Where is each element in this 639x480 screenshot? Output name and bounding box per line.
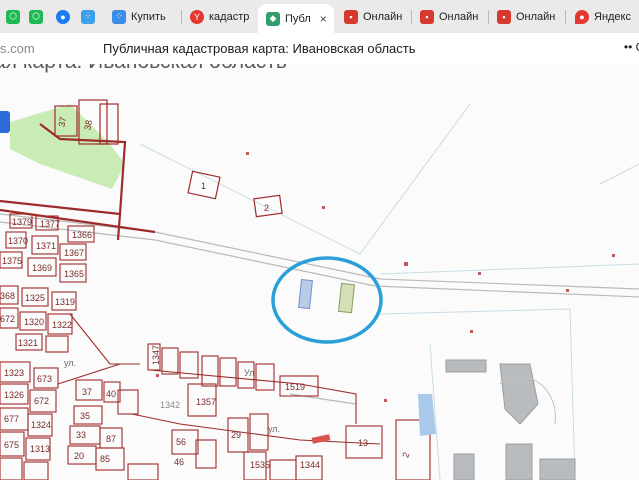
tab-8[interactable]: ▪ Онлайн <box>344 3 406 30</box>
parcel-label: 37 <box>82 387 92 397</box>
parcel-label: 1347 <box>151 345 161 365</box>
tab-7-active[interactable]: ◆ Публ × <box>258 4 334 33</box>
parcel-label: 368 <box>0 291 15 301</box>
highlighted-parcel-blue[interactable] <box>298 279 313 310</box>
parcel-label: 673 <box>37 374 52 384</box>
yandex-y-icon: Y <box>190 9 204 24</box>
parcel-label: 87 <box>106 434 116 444</box>
street-label: ул. <box>64 358 76 368</box>
page-title: Публичная кадастровая карта: Ивановская … <box>103 41 416 56</box>
parcel-label: 675 <box>4 440 19 450</box>
parcel-label: 2 <box>400 451 411 459</box>
parcel-label: 1322 <box>52 320 72 330</box>
parcel-label: 2 <box>264 203 269 213</box>
browser-tab-strip: ⬡ ⬡ ● ⁘ ⁘ Купить Y кадастр ◆ Публ × ▪ Он… <box>0 0 639 33</box>
parcel-label: 1321 <box>18 338 38 348</box>
parcel-label: 1 <box>201 181 206 191</box>
tab-2[interactable]: ⬡ <box>29 3 43 30</box>
green-area <box>10 104 125 189</box>
parcel-label: 1377 <box>40 219 60 229</box>
parcel-label: 672 <box>34 396 49 406</box>
parcel-label: 1375 <box>2 256 22 266</box>
parcel-label: 672 <box>0 314 15 324</box>
tab-9[interactable]: ▪ Онлайн <box>420 3 482 30</box>
parcel-label: 56 <box>176 437 186 447</box>
tab-6[interactable]: Y кадастр <box>190 3 250 30</box>
tab-label: Онлайн <box>363 10 403 23</box>
tab-1[interactable]: ⬡ <box>6 3 20 30</box>
map-heading: ая карта: Ивановская область <box>0 64 287 74</box>
tab-label: Онлайн <box>439 10 479 23</box>
address-bar-actions[interactable]: •• Q <box>624 40 639 54</box>
parcel-label: 1357 <box>196 397 216 407</box>
parcel-label: 1379 <box>12 217 32 227</box>
parcel-label: 1324 <box>31 420 51 430</box>
pin-icon: ● <box>575 9 589 24</box>
parcel-label: 1519 <box>285 382 305 392</box>
tab-label: кадастр <box>209 10 250 23</box>
parcel-label: 35 <box>80 411 90 421</box>
parcel-label: 1535 <box>250 460 270 470</box>
street-label: Ул <box>244 368 254 378</box>
close-tab-icon[interactable]: × <box>320 12 327 26</box>
highlight-circle <box>271 256 383 344</box>
tab-10[interactable]: ▪ Онлайн <box>497 3 559 30</box>
red-doc-icon: ▪ <box>497 9 511 24</box>
parcel-label: 1325 <box>25 293 45 303</box>
tab-label: Публ <box>285 12 311 25</box>
tab-11[interactable]: ● Яндекс <box>575 3 639 30</box>
parcel-label: 1367 <box>64 248 84 258</box>
red-doc-icon: ▪ <box>344 9 358 24</box>
tab-3[interactable]: ● <box>56 3 70 30</box>
parcel-label: 33 <box>76 430 86 440</box>
parcel-label: 1313 <box>30 444 50 454</box>
pond <box>418 394 436 436</box>
tab-label: Яндекс <box>594 10 631 23</box>
street-label: ул. <box>268 424 280 434</box>
parcel-label: 46 <box>174 457 184 467</box>
tab-5[interactable]: ⁘ Купить <box>112 3 177 30</box>
parcel-label: 38 <box>82 119 94 131</box>
parcel-label: 1366 <box>72 230 92 240</box>
address-bar[interactable]: s.com Публичная кадастровая карта: Ивано… <box>0 33 639 65</box>
map-canvas[interactable]: 37 38 1 2 1379 1377 1366 1370 1371 1375 … <box>0 64 639 480</box>
map-icon: ◆ <box>266 11 280 26</box>
parcel-label: 1370 <box>8 236 28 246</box>
parcel-label: 677 <box>4 414 19 424</box>
parcel-label: 1371 <box>36 241 56 251</box>
tab-label: Купить <box>131 10 166 23</box>
blue-circle-icon: ● <box>56 9 70 24</box>
parcel-label: 37 <box>57 116 69 128</box>
tab-4[interactable]: ⁘ <box>81 3 95 30</box>
map-control-button[interactable] <box>0 111 10 133</box>
dots-icon: ⁘ <box>81 9 95 24</box>
parcel-label: 40 <box>106 389 116 399</box>
parcel-label: 1326 <box>4 390 24 400</box>
parcel-label: 1342 <box>160 400 180 410</box>
highlighted-parcel-green[interactable] <box>338 282 355 314</box>
green-hexagon-icon: ⬡ <box>6 9 20 24</box>
address-domain[interactable]: s.com <box>0 41 35 56</box>
parcel-label: 1319 <box>55 297 75 307</box>
parcel-label: 29 <box>231 430 241 440</box>
parcel-label: 1320 <box>24 317 44 327</box>
red-doc-icon: ▪ <box>420 9 434 24</box>
green-hexagon-icon: ⬡ <box>29 9 43 24</box>
dots-icon: ⁘ <box>112 9 126 24</box>
parcel-label: 20 <box>74 451 84 461</box>
parcel-label: 13 <box>358 438 368 448</box>
cadastral-map[interactable]: 37 38 1 2 1379 1377 1366 1370 1371 1375 … <box>0 64 639 480</box>
parcel-label: 1344 <box>300 460 320 470</box>
tab-label: Онлайн <box>516 10 556 23</box>
parcel-label: 1369 <box>32 263 52 273</box>
parcel-label: 1323 <box>4 368 24 378</box>
parcel-label: 85 <box>100 454 110 464</box>
boundary-line <box>139 103 471 255</box>
parcel-label: 1365 <box>64 269 84 279</box>
